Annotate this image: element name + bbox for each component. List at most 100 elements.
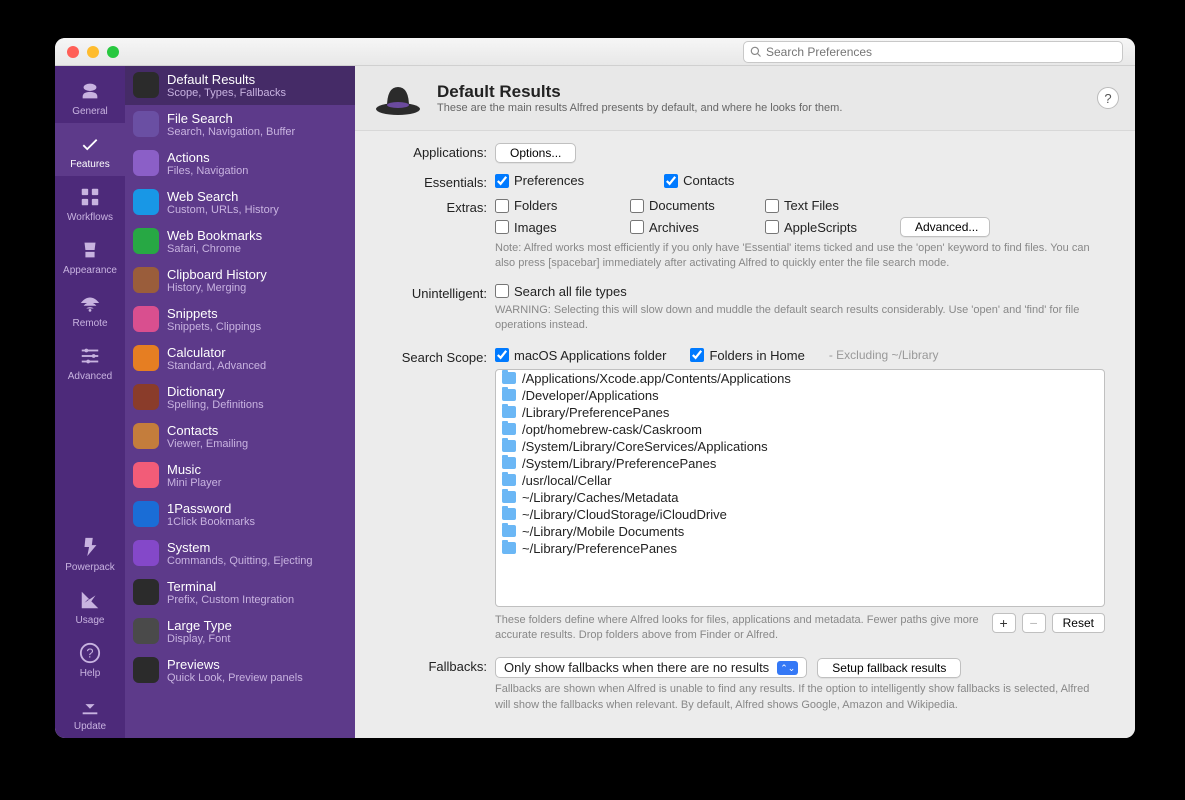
archives-checkbox[interactable]: Archives: [630, 220, 765, 235]
scope-note: These folders define where Alfred looks …: [495, 613, 986, 644]
images-checkbox[interactable]: Images: [495, 220, 630, 235]
close-icon[interactable]: [67, 46, 79, 58]
chevron-updown-icon: ⌃⌄: [777, 661, 798, 675]
folder-icon: [502, 423, 516, 435]
search-input[interactable]: [766, 45, 1116, 59]
scope-path-item[interactable]: /System/Library/PreferencePanes: [496, 455, 1104, 472]
nav-general[interactable]: General: [55, 70, 125, 123]
page-description: These are the main results Alfred presen…: [437, 102, 842, 114]
feature-item[interactable]: ContactsViewer, Emailing: [125, 417, 355, 456]
advanced-button[interactable]: Advanced...: [900, 217, 990, 237]
scope-path-item[interactable]: /opt/homebrew-cask/Caskroom: [496, 421, 1104, 438]
feature-item[interactable]: Clipboard HistoryHistory, Merging: [125, 261, 355, 300]
feature-item[interactable]: CalculatorStandard, Advanced: [125, 339, 355, 378]
folder-icon: [502, 491, 516, 503]
feature-icon: [133, 657, 159, 683]
feature-item[interactable]: Web BookmarksSafari, Chrome: [125, 222, 355, 261]
essentials-label: Essentials:: [355, 173, 495, 190]
extras-label: Extras:: [355, 198, 495, 215]
scope-path-item[interactable]: /usr/local/Cellar: [496, 472, 1104, 489]
search-scope-label: Search Scope:: [355, 348, 495, 365]
nav-workflows[interactable]: Workflows: [55, 176, 125, 229]
documents-checkbox[interactable]: Documents: [630, 198, 765, 213]
feature-item[interactable]: Large TypeDisplay, Font: [125, 612, 355, 651]
feature-icon: [133, 462, 159, 488]
feature-item[interactable]: 1Password1Click Bookmarks: [125, 495, 355, 534]
feature-icon: [133, 618, 159, 644]
scope-path-item[interactable]: /Developer/Applications: [496, 387, 1104, 404]
nav-advanced[interactable]: Advanced: [55, 335, 125, 388]
nav-features[interactable]: Features: [55, 123, 125, 176]
contacts-checkbox[interactable]: Contacts: [664, 173, 734, 188]
window-body: GeneralFeaturesWorkflowsAppearanceRemote…: [55, 66, 1135, 738]
scope-list[interactable]: /Applications/Xcode.app/Contents/Applica…: [495, 369, 1105, 607]
usage-icon: [77, 587, 103, 613]
scope-path-item[interactable]: /System/Library/CoreServices/Application…: [496, 438, 1104, 455]
fallback-mode-select[interactable]: Only show fallbacks when there are no re…: [495, 657, 807, 678]
feature-item[interactable]: TerminalPrefix, Custom Integration: [125, 573, 355, 612]
nav-help[interactable]: ?Help: [55, 632, 125, 685]
scope-path-item[interactable]: /Library/PreferencePanes: [496, 404, 1104, 421]
feature-item[interactable]: Default ResultsScope, Types, Fallbacks: [125, 66, 355, 105]
scope-path-item[interactable]: ~/Library/Mobile Documents: [496, 523, 1104, 540]
scope-path-item[interactable]: ~/Library/PreferencePanes: [496, 540, 1104, 557]
feature-item[interactable]: Web SearchCustom, URLs, History: [125, 183, 355, 222]
unintelligent-warning: WARNING: Selecting this will slow down a…: [495, 303, 1105, 334]
nav-remote[interactable]: Remote: [55, 282, 125, 335]
feature-item[interactable]: PreviewsQuick Look, Preview panels: [125, 651, 355, 690]
search-icon: [750, 46, 762, 58]
options-button[interactable]: Options...: [495, 143, 576, 163]
setup-fallback-button[interactable]: Setup fallback results: [817, 658, 961, 678]
scope-path-item[interactable]: /Applications/Xcode.app/Contents/Applica…: [496, 370, 1104, 387]
folder-icon: [502, 440, 516, 452]
search-all-checkbox[interactable]: Search all file types: [495, 284, 1105, 299]
add-scope-button[interactable]: +: [992, 613, 1016, 633]
textfiles-checkbox[interactable]: Text Files: [765, 198, 900, 213]
help-icon: ?: [77, 640, 103, 666]
extras-note: Note: Alfred works most efficiently if y…: [495, 241, 1105, 272]
folders-home-checkbox[interactable]: Folders in Home: [690, 348, 804, 363]
nav-powerpack[interactable]: Powerpack: [55, 526, 125, 579]
folder-icon: [502, 389, 516, 401]
feature-item[interactable]: ActionsFiles, Navigation: [125, 144, 355, 183]
nav-usage[interactable]: Usage: [55, 579, 125, 632]
minimize-icon[interactable]: [87, 46, 99, 58]
feature-item[interactable]: MusicMini Player: [125, 456, 355, 495]
feature-item[interactable]: SystemCommands, Quitting, Ejecting: [125, 534, 355, 573]
feature-item[interactable]: DictionarySpelling, Definitions: [125, 378, 355, 417]
preferences-checkbox[interactable]: Preferences: [495, 173, 584, 188]
feature-icon: [133, 384, 159, 410]
scope-path-item[interactable]: ~/Library/CloudStorage/iCloudDrive: [496, 506, 1104, 523]
window-controls: [67, 46, 119, 58]
folder-icon: [502, 542, 516, 554]
feature-item[interactable]: File SearchSearch, Navigation, Buffer: [125, 105, 355, 144]
folder-icon: [502, 474, 516, 486]
applescripts-checkbox[interactable]: AppleScripts: [765, 220, 900, 235]
help-button[interactable]: ?: [1097, 87, 1119, 109]
workflows-icon: [77, 184, 103, 210]
feature-icon: [133, 579, 159, 605]
macos-apps-checkbox[interactable]: macOS Applications folder: [495, 348, 666, 363]
feature-icon: [133, 228, 159, 254]
feature-item[interactable]: SnippetsSnippets, Clippings: [125, 300, 355, 339]
folder-icon: [502, 508, 516, 520]
left-nav: GeneralFeaturesWorkflowsAppearanceRemote…: [55, 66, 125, 738]
nav-update[interactable]: Update: [55, 685, 125, 738]
remove-scope-button[interactable]: −: [1022, 613, 1046, 633]
zoom-icon[interactable]: [107, 46, 119, 58]
advanced-icon: [77, 343, 103, 369]
feature-icon: [133, 423, 159, 449]
unintelligent-label: Unintelligent:: [355, 284, 495, 301]
hat-icon: [371, 78, 425, 118]
appearance-icon: [77, 237, 103, 263]
folders-checkbox[interactable]: Folders: [495, 198, 630, 213]
folder-icon: [502, 525, 516, 537]
excluding-hint: - Excluding ~/Library: [829, 348, 939, 362]
reset-scope-button[interactable]: Reset: [1052, 613, 1105, 633]
scope-path-item[interactable]: ~/Library/Caches/Metadata: [496, 489, 1104, 506]
applications-label: Applications:: [355, 143, 495, 160]
fallbacks-label: Fallbacks:: [355, 657, 495, 674]
nav-appearance[interactable]: Appearance: [55, 229, 125, 282]
feature-icon: [133, 189, 159, 215]
search-preferences[interactable]: [743, 41, 1123, 63]
